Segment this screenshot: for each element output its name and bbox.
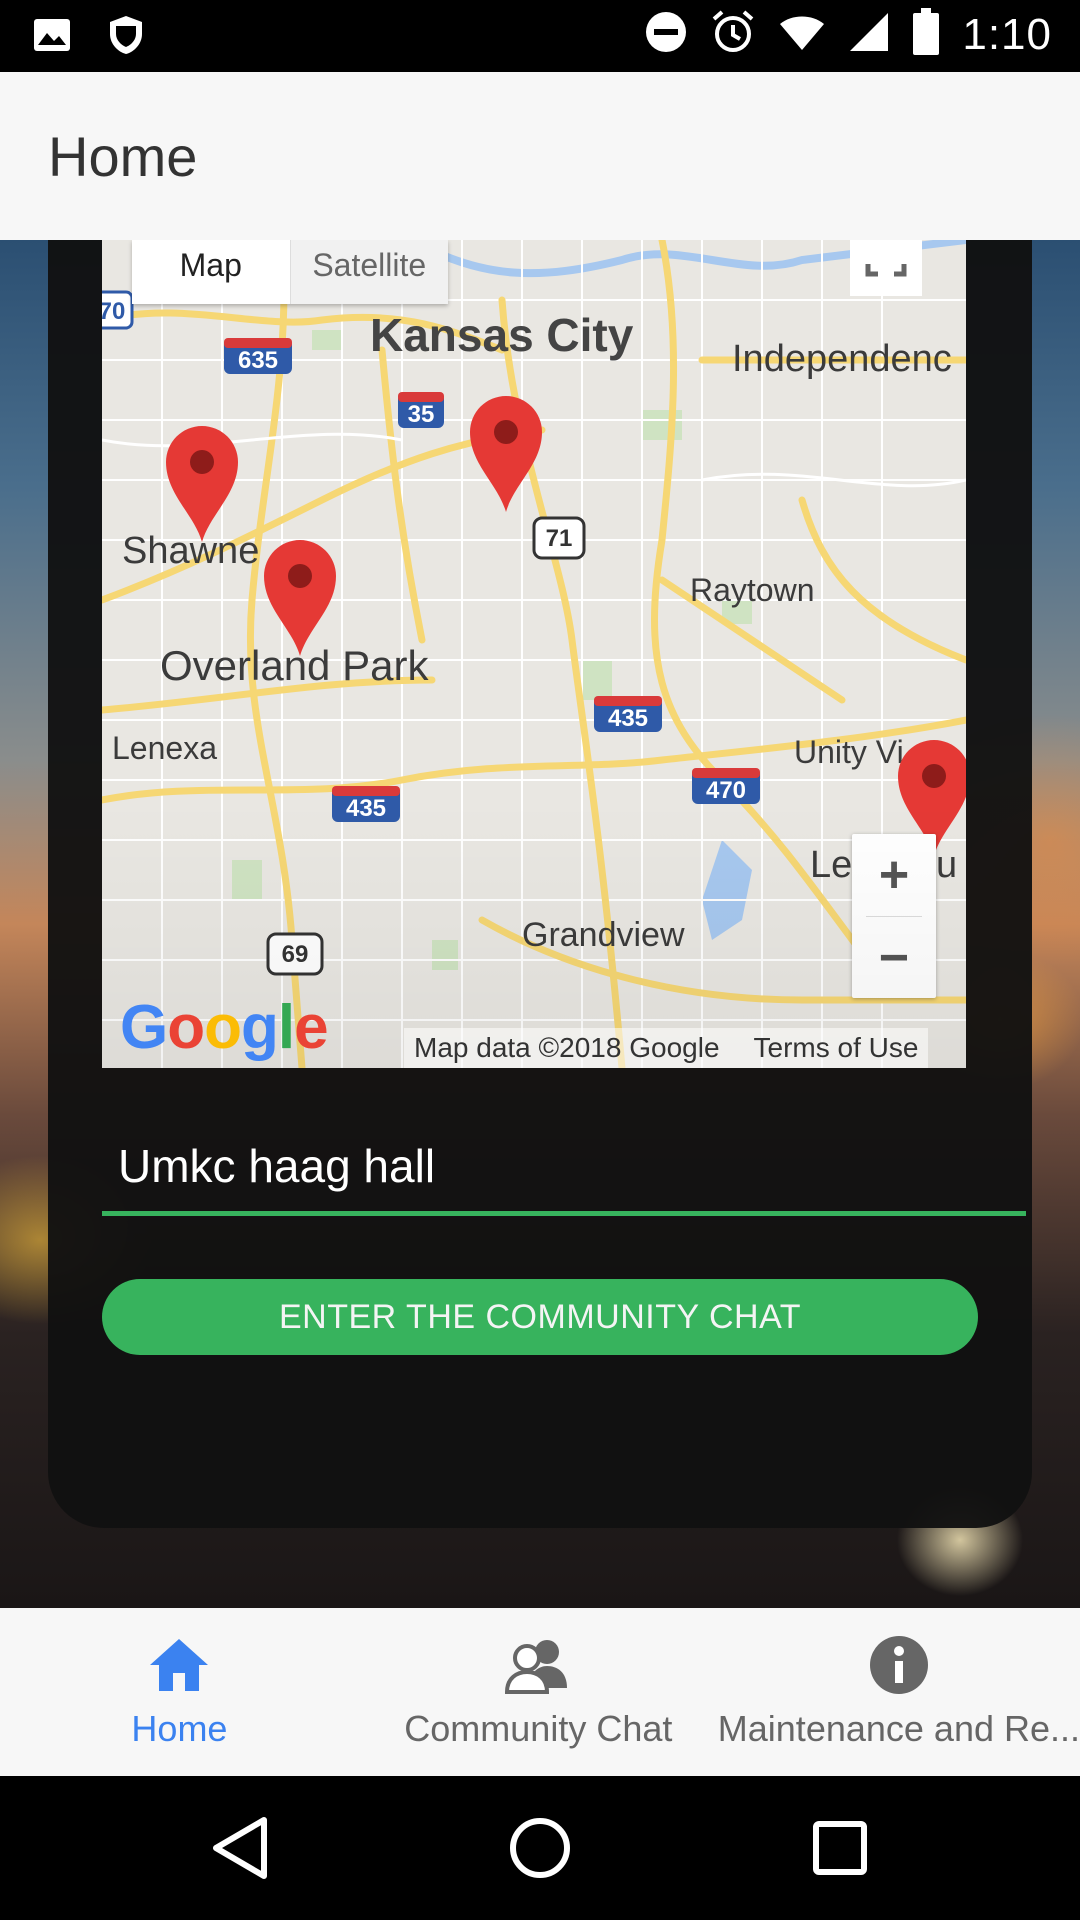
svg-text:435: 435 xyxy=(608,705,648,732)
map-attribution: Map data ©2018 Google xyxy=(414,1032,720,1063)
zoom-out-button[interactable]: − xyxy=(852,917,936,999)
zoom-control: + − xyxy=(852,834,936,998)
wifi-icon xyxy=(778,12,826,57)
image-icon xyxy=(32,17,72,58)
shield-35: 35 xyxy=(398,392,444,428)
svg-text:70: 70 xyxy=(102,298,125,325)
do-not-disturb-icon xyxy=(644,10,688,59)
people-icon xyxy=(505,1634,571,1696)
map-type-satellite-button[interactable]: Satellite xyxy=(289,240,448,304)
map-pin-marker[interactable] xyxy=(164,424,240,544)
fullscreen-button[interactable] xyxy=(850,240,922,296)
svg-text:71: 71 xyxy=(546,525,573,552)
shield-435-west: 435 xyxy=(332,786,400,822)
nav-item-community-chat[interactable]: Community Chat xyxy=(359,1608,718,1776)
shield-icon xyxy=(108,14,144,61)
shield-71: 71 xyxy=(532,516,586,560)
enter-community-chat-button[interactable]: ENTER THE COMMUNITY CHAT xyxy=(102,1279,978,1355)
signal-icon xyxy=(848,11,890,58)
shield-470: 470 xyxy=(692,768,760,804)
shield-435-east: 435 xyxy=(594,696,662,732)
nav-label-home: Home xyxy=(131,1708,228,1749)
page-title: Home xyxy=(48,125,198,188)
home-circle-icon[interactable] xyxy=(504,1812,576,1884)
zoom-in-button[interactable]: + xyxy=(852,834,936,916)
map-pin-marker[interactable] xyxy=(468,394,544,514)
shield-70: 70 xyxy=(102,290,134,330)
svg-text:635: 635 xyxy=(238,347,278,374)
map-view[interactable]: 70 635 35 71 435 470 435 69 Kansas City … xyxy=(102,240,966,1068)
map-pin-marker[interactable] xyxy=(262,538,338,658)
home-icon xyxy=(148,1634,210,1696)
svg-text:35: 35 xyxy=(408,401,435,428)
location-input[interactable] xyxy=(102,1120,1026,1216)
svg-text:435: 435 xyxy=(346,795,386,822)
nav-item-maintenance[interactable]: Maintenance and Re... xyxy=(718,1608,1080,1776)
terms-of-use-link[interactable]: Terms of Use xyxy=(754,1032,919,1064)
google-logo: Google xyxy=(120,993,329,1062)
nav-label-maintenance: Maintenance and Re... xyxy=(717,1708,1080,1749)
map-type-map-button[interactable]: Map xyxy=(132,240,290,304)
fullscreen-icon xyxy=(865,264,907,277)
status-bar: 1:10 xyxy=(0,0,1080,72)
nav-label-community-chat: Community Chat xyxy=(404,1708,673,1749)
recents-icon[interactable] xyxy=(804,1812,876,1884)
alarm-icon xyxy=(710,9,756,60)
map-type-control: Map Satellite xyxy=(132,240,448,304)
map-label-independence: Independenc xyxy=(732,338,952,380)
map-label-grandview: Grandview xyxy=(522,916,685,954)
battery-icon xyxy=(912,8,940,61)
nav-item-home[interactable]: Home xyxy=(0,1608,359,1776)
map-label-raytown: Raytown xyxy=(690,572,815,608)
map-label-kansas-city: Kansas City xyxy=(370,309,634,361)
back-icon[interactable] xyxy=(206,1812,278,1884)
shield-635: 635 xyxy=(224,338,292,374)
map-label-unity-village: Unity Vi xyxy=(794,734,904,770)
map-attribution-bar: Map data ©2018 Google Terms of Use xyxy=(404,1028,929,1068)
info-icon xyxy=(869,1634,929,1696)
bottom-navigation: Home Community Chat Maintenance and Re..… xyxy=(0,1608,1080,1776)
system-navigation-bar xyxy=(0,1776,1080,1920)
map-label-lenexa: Lenexa xyxy=(112,730,217,766)
svg-text:69: 69 xyxy=(282,941,309,968)
shield-69: 69 xyxy=(266,932,324,976)
clock-time: 1:10 xyxy=(962,9,1052,59)
map-label-lees-summit: Le xyxy=(810,844,853,886)
app-bar: Home xyxy=(0,72,1080,240)
svg-text:470: 470 xyxy=(706,777,746,804)
